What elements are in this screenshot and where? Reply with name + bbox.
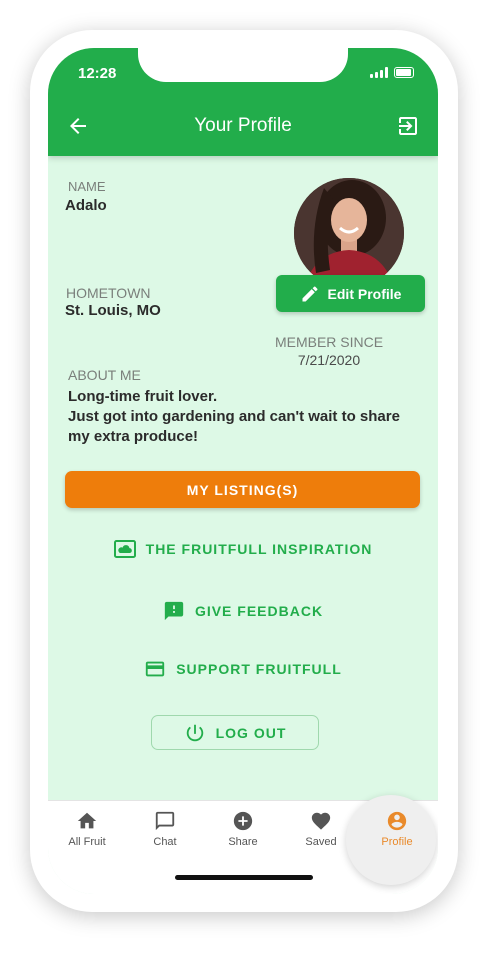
pencil-icon (302, 285, 318, 301)
member-since-label: MEMBER SINCE (274, 334, 384, 350)
device-notch (138, 48, 348, 82)
tab-label: Share (228, 836, 258, 848)
my-listings-button[interactable]: MY LISTING(S) (65, 471, 420, 508)
tab-all-fruit[interactable]: All Fruit (48, 809, 126, 848)
hometown-label: HOMETOWN (66, 285, 151, 301)
about-line: Just got into gardening and can't wait t… (68, 408, 400, 425)
avatar (294, 178, 404, 288)
home-icon (76, 809, 98, 833)
account-circle-icon (386, 809, 408, 833)
tab-saved[interactable]: Saved (282, 809, 360, 848)
name-value: Adalo (65, 197, 107, 214)
logout-label: LOG OUT (215, 724, 287, 741)
about-line: Long-time fruit lover. (68, 388, 218, 405)
support-label: SUPPORT FRUITFULL (176, 661, 342, 677)
member-since-value: 7/21/2020 (297, 352, 361, 368)
chat-icon (154, 809, 176, 833)
status-icons (370, 67, 414, 78)
about-text: Long-time fruit lover. Just got into gar… (68, 387, 418, 447)
feedback-icon (164, 601, 184, 621)
page-title: Your Profile (194, 115, 292, 136)
edit-profile-button[interactable]: Edit Profile (276, 275, 425, 312)
bottom-tab-bar: All Fruit Chat Share Saved Profile (48, 795, 438, 894)
name-label: NAME (68, 179, 106, 194)
status-time: 12:28 (78, 65, 117, 82)
heart-icon (310, 809, 332, 833)
about-line: my extra produce! (68, 428, 199, 445)
tab-profile[interactable]: Profile (358, 809, 436, 848)
feedback-link[interactable]: GIVE FEEDBACK (48, 600, 438, 622)
tab-label: Saved (305, 836, 337, 848)
app-screen: 12:28 Your Profile NAME Adalo HOMETOWN S… (48, 48, 438, 894)
logout-button[interactable]: LOG OUT (151, 715, 319, 750)
tab-chat[interactable]: Chat (126, 809, 204, 848)
hometown-value: St. Louis, MO (65, 302, 161, 319)
feedback-label: GIVE FEEDBACK (194, 603, 324, 619)
cloud-image-icon (113, 540, 136, 558)
inspiration-link[interactable]: THE FRUITFULL INSPIRATION (48, 540, 438, 558)
tab-label: Profile (381, 836, 413, 848)
home-indicator (175, 875, 313, 880)
edit-profile-label: Edit Profile (327, 285, 402, 302)
signal-icon (370, 67, 388, 78)
tab-label: All Fruit (68, 836, 106, 848)
tab-label: Chat (153, 836, 177, 848)
support-link[interactable]: SUPPORT FRUITFULL (48, 658, 438, 680)
about-label: ABOUT ME (68, 367, 141, 383)
app-header: 12:28 Your Profile (48, 48, 438, 156)
tab-share[interactable]: Share (204, 809, 282, 848)
plus-circle-icon (232, 809, 254, 833)
exit-icon[interactable] (396, 114, 420, 138)
credit-card-icon (146, 661, 165, 677)
power-icon (186, 724, 203, 741)
battery-icon (394, 67, 414, 78)
inspiration-label: THE FRUITFULL INSPIRATION (145, 541, 373, 557)
